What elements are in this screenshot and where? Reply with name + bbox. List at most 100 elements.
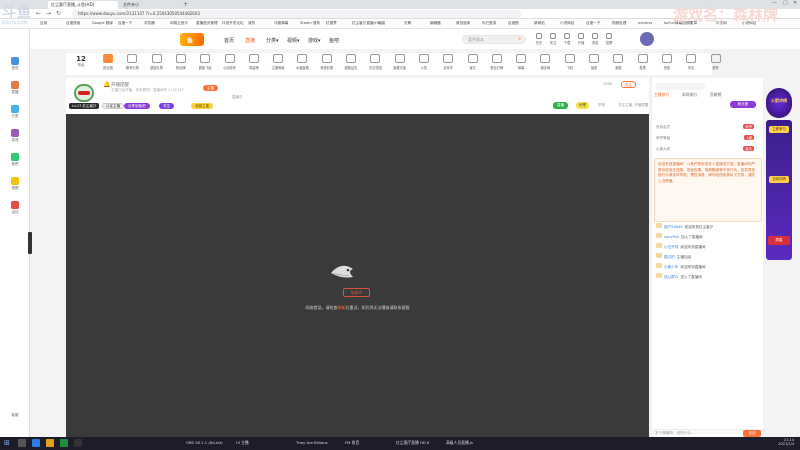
promo-button-join[interactable]: 立即参与 (769, 126, 789, 133)
user-avatar[interactable] (640, 32, 654, 46)
new-tab-icon[interactable]: + (183, 1, 188, 8)
tab-active[interactable]: 红尘客厅直播_斗鱼(HD) (48, 1, 118, 9)
nav-right-item[interactable]: 投票 (603, 33, 615, 45)
sidebar-item[interactable]: 活动 (4, 201, 26, 215)
bell-icon[interactable]: 🔔 (103, 81, 110, 88)
sidebar-item[interactable]: 游戏 (4, 129, 26, 143)
bookmark-item[interactable]: 百度一下 (118, 21, 132, 26)
bookmark-item[interactable]: 直播首页管理 (196, 21, 218, 26)
nav-link[interactable]: 鱼吧 (329, 37, 339, 44)
rank-row[interactable]: 火箭大佬 高手 (656, 146, 760, 154)
douyu-logo[interactable]: 鱼 (180, 33, 204, 46)
follow-button[interactable]: 关注 (621, 81, 636, 88)
feature-icon-item[interactable]: 弹幕 (509, 54, 533, 70)
taskbar-app[interactable]: OBS 26.1.1 (64-bit) (186, 440, 232, 445)
nav-link[interactable]: 游戏▾ (308, 37, 321, 44)
send-button[interactable]: 发送 (743, 430, 761, 437)
nav-link[interactable]: 首页 (224, 37, 234, 44)
bookmark-item[interactable]: Google 翻译 (92, 21, 113, 26)
nav-link[interactable]: 直播 (245, 37, 255, 44)
chat-username[interactable]: 用户26840 (664, 225, 683, 229)
feature-icon-item[interactable]: 更多 (704, 54, 728, 70)
video-player[interactable]: 加载中 网络错误，请检查刷新后重试，如仍然无法播放请联系客服 (66, 114, 649, 437)
taskbar-app[interactable]: FM 收音 (345, 440, 391, 446)
search-taskbar-icon[interactable] (18, 439, 26, 447)
taskbar-app[interactable]: 高级人员直播.js (446, 440, 492, 446)
sidebar-support[interactable]: 客服 (4, 413, 26, 418)
feature-icon-item[interactable]: 嘉年华 (436, 54, 460, 70)
chat-input[interactable]: 发个弹幕吧，说些什么... 发送 (652, 429, 763, 437)
feature-icon-item[interactable]: 宝石 (461, 54, 485, 70)
nav-link[interactable]: 视频▾ (287, 37, 300, 44)
chat-username[interactable]: 小白开导 (664, 245, 678, 249)
bookmark-item[interactable]: 视频处理 (612, 21, 626, 26)
edge-taskbar-icon[interactable] (32, 439, 40, 447)
sidebar-item[interactable]: 分类 (4, 105, 26, 119)
sidebar-item[interactable]: 首页 (4, 57, 26, 71)
feature-icon-item[interactable]: 宝藏寻宝 (388, 54, 412, 70)
bookmark-item[interactable]: 编辑器 (430, 21, 441, 26)
bookmark-item[interactable]: 你已登录 (482, 21, 496, 26)
taskbar-app[interactable]: 红尘客厅直播 HD 8 (396, 440, 442, 446)
tip-refresh-link[interactable]: 刷新 (338, 305, 346, 310)
badge-follow[interactable]: 关注 (159, 103, 174, 109)
promo-button-detail[interactable]: 活动详情 (769, 176, 789, 183)
feature-icon-item[interactable]: 稀有礼物 (120, 54, 144, 70)
badge-share-fishbar[interactable]: 分享到鱼吧 (124, 103, 150, 109)
sidebar-item[interactable]: 鱼吧 (4, 153, 26, 167)
share-button[interactable]: 分享 (576, 102, 589, 109)
nav-right-item[interactable]: 关注 (547, 33, 559, 45)
taskbar-app[interactable]: They Are Billions (296, 440, 342, 445)
bookmark-item[interactable]: 新网站 (534, 21, 545, 26)
bookmark-item[interactable]: 马路弹幕 (274, 21, 288, 26)
close-window-icon[interactable]: ✕ (793, 0, 797, 6)
feature-icon-item[interactable]: 抽奖 (582, 54, 606, 70)
feature-icon-item[interactable]: 奇迹彩蛋 (315, 54, 339, 70)
live-button[interactable]: 直播 (553, 102, 568, 109)
maximize-icon[interactable]: ▢ (783, 0, 788, 6)
tab-inactive[interactable]: 文件夹小 (120, 1, 180, 9)
feature-icon-item[interactable]: 超值礼物 (145, 54, 169, 70)
chat-username[interactable]: 火箭少年 (664, 265, 678, 269)
feature-icon-item[interactable]: 飞机 (558, 54, 582, 70)
bookmark-item[interactable]: 浏览器 (144, 21, 155, 26)
badge-collect[interactable]: 收藏主播 (191, 103, 213, 109)
bookmark-item[interactable]: 我的 (248, 21, 255, 26)
bookmark-item[interactable]: 红楼梦 (326, 21, 337, 26)
feature-icon-item[interactable]: 车队 (679, 54, 703, 70)
chrome-taskbar-icon[interactable] (60, 439, 68, 447)
bookmark-item[interactable]: 网易云音乐 (170, 21, 188, 26)
bookmark-item[interactable]: 无聊 (404, 21, 411, 26)
right-promo-banner[interactable]: 火箭冲榜 立即参与 活动详情 周星 (766, 88, 792, 263)
nav-right-item[interactable]: 开播 (575, 33, 587, 45)
folder-taskbar-icon[interactable] (46, 439, 54, 447)
feature-icon-item[interactable]: 水晶宝箱 (290, 54, 314, 70)
chat-username[interactable]: 路过的 (664, 255, 675, 259)
chat-username[interactable]: sunyfish (664, 235, 679, 239)
feature-icon-item[interactable]: 粉丝灯牌 (485, 54, 509, 70)
feature-icon-item[interactable]: 周星榜 (242, 54, 266, 70)
feature-icon-item[interactable]: 心动信号 (218, 54, 242, 70)
sidebar-collapse-handle[interactable] (28, 232, 32, 254)
url-input[interactable]: https://www.douyu.com/2131147 ?r=0.25043… (72, 10, 522, 18)
feature-icon-item[interactable]: 宝箱 (606, 54, 630, 70)
join-fanclub-button[interactable]: 粉丝团 (730, 101, 756, 108)
windows-start-icon[interactable]: ⊞ (4, 439, 10, 447)
feature-icon-item[interactable]: 粉丝牌 (169, 54, 193, 70)
nav-right-item[interactable]: 下载 (561, 33, 573, 45)
feature-icon-item[interactable]: 魔法棒 (533, 54, 557, 70)
sidebar-item[interactable]: 视频 (4, 177, 26, 191)
chat-username[interactable]: 热心群众 (664, 275, 678, 279)
feature-icon-item[interactable]: 超能飞船 (193, 54, 217, 70)
system-clock[interactable]: 21:14 2021/2/4 (762, 438, 794, 446)
right-panel-tab[interactable]: 主播排行 (654, 92, 669, 98)
bookmark-item[interactable]: 流量 (378, 21, 385, 26)
rank-row[interactable]: 荣誉等级 1级 (656, 135, 760, 143)
taskbar-app[interactable]: UI 主播 (236, 440, 282, 446)
right-panel-tab[interactable]: 本场排行 (682, 92, 697, 98)
bookmark-item[interactable]: 原创独家 (456, 21, 470, 26)
bookmark-item[interactable]: 百度搜索 (66, 21, 80, 26)
reload-icon[interactable]: ↻ (56, 10, 61, 17)
bookmark-item[interactable]: 小说网站 (560, 21, 574, 26)
badge-certified[interactable]: 认证主播 (102, 103, 124, 109)
